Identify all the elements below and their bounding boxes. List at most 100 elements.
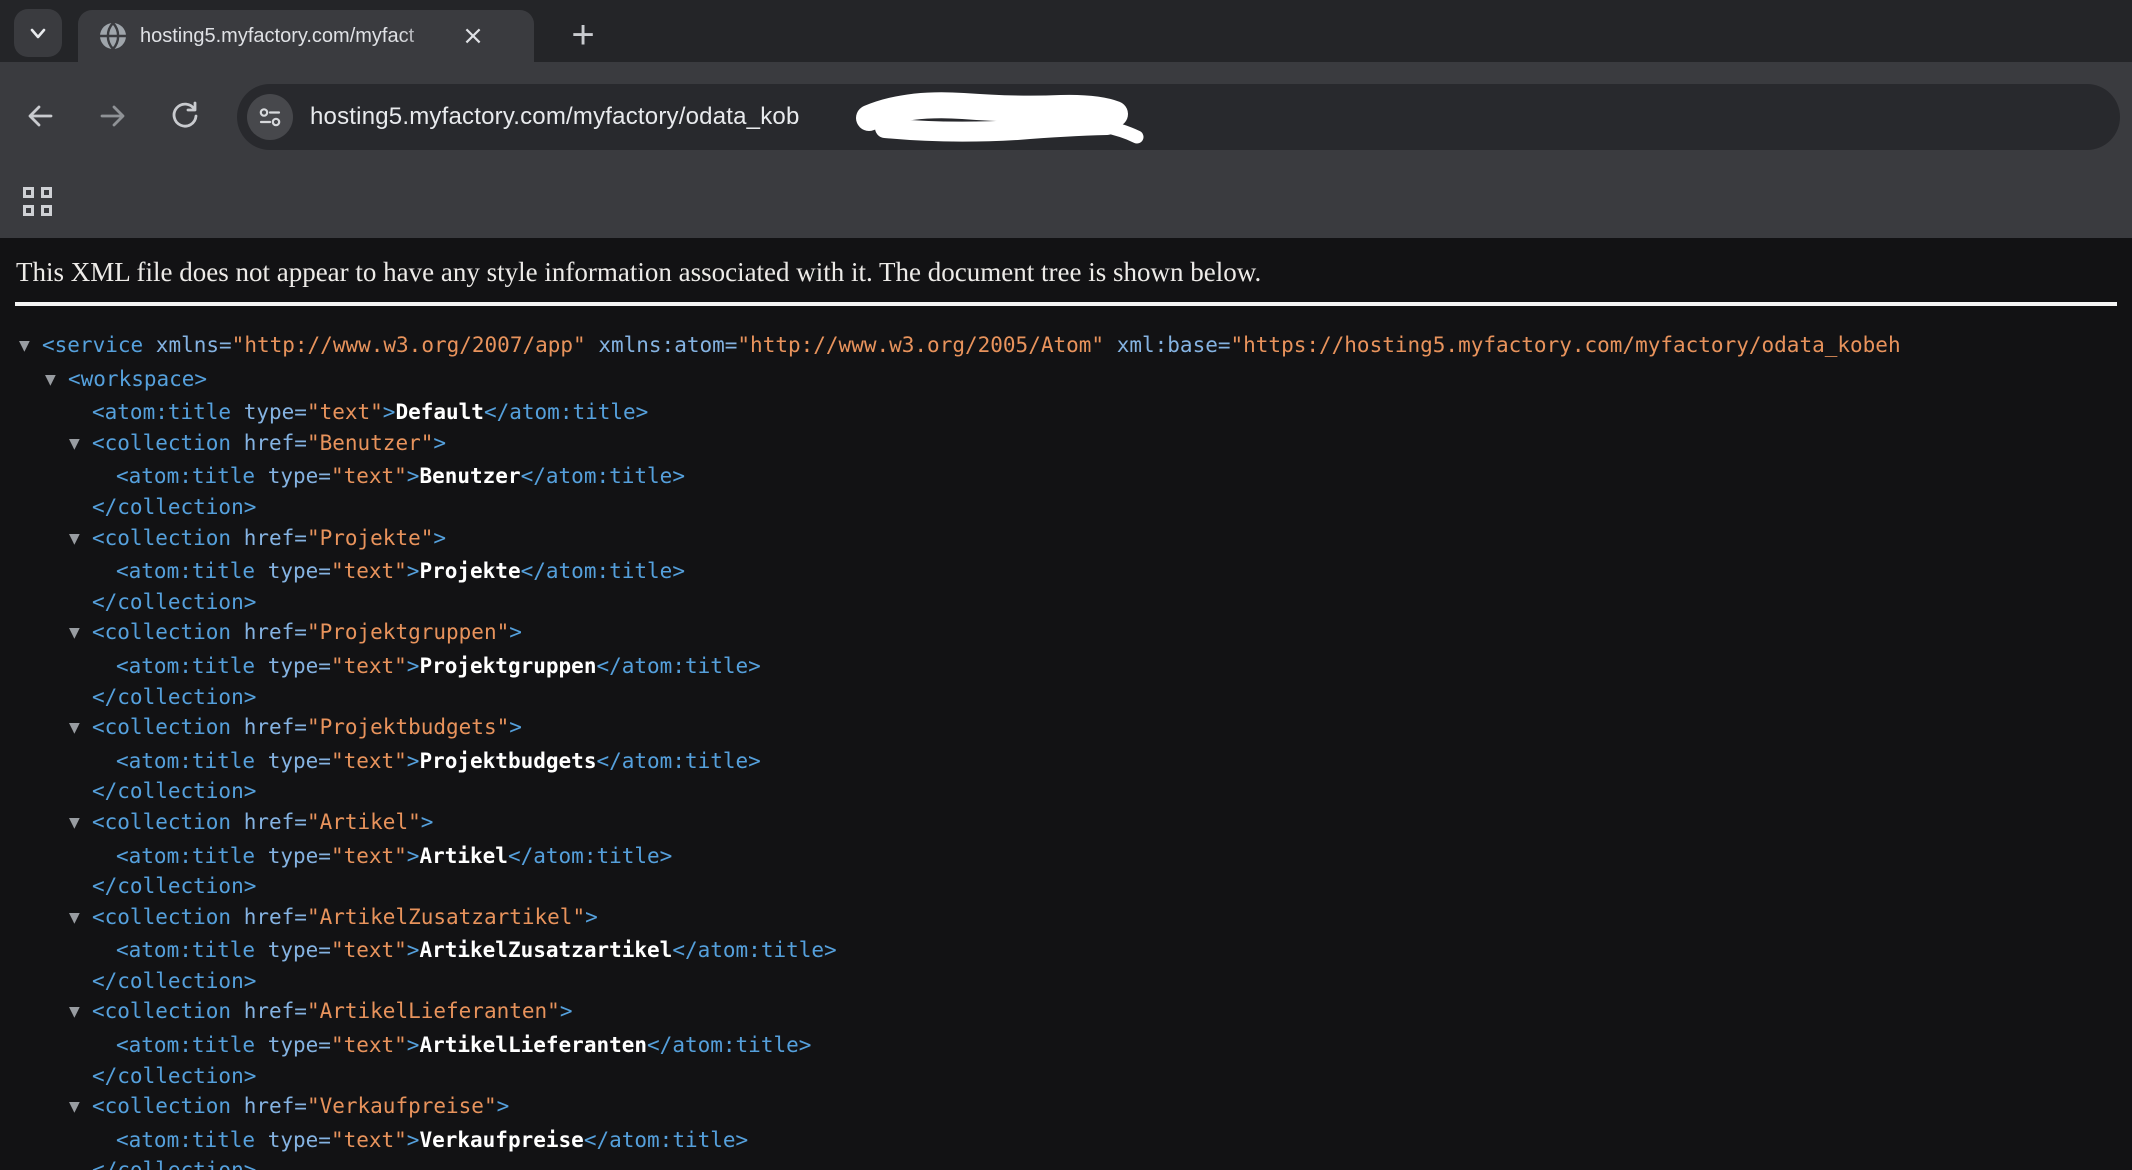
xml-line: <atom:title type="text">Projektgruppen</…	[0, 651, 2132, 682]
xml-token-tag: <atom:title	[116, 749, 255, 773]
close-tab-icon[interactable]: ×	[456, 19, 490, 53]
xml-token-tag: <collection	[92, 715, 231, 739]
xml-token-text: Verkaufpreise	[419, 1128, 583, 1152]
xml-token-tag: <atom:title	[116, 464, 255, 488]
xml-line: ▼<collection href="Projektgruppen">	[0, 617, 2132, 651]
xml-line: ▼<workspace>	[0, 364, 2132, 398]
collapse-toggle-icon[interactable]: ▼	[69, 618, 92, 649]
tune-icon	[256, 103, 284, 131]
xml-token-tag: </collection>	[92, 969, 256, 993]
xml-token-tag: </collection>	[92, 1158, 256, 1170]
xml-token-tag: >	[585, 905, 598, 929]
xml-line: ▼<service xmlns="http://www.w3.org/2007/…	[0, 330, 2132, 364]
xml-token-attr: href=	[231, 810, 307, 834]
xml-token-text: Projektbudgets	[419, 749, 596, 773]
xml-token-text: ArtikelZusatzartikel	[419, 938, 672, 962]
xml-token-tag: >	[407, 938, 420, 962]
xml-token-tag: >	[560, 999, 573, 1023]
xml-token-val: "text"	[331, 464, 407, 488]
xml-token-attr: href=	[231, 431, 307, 455]
xml-token-attr: type=	[255, 1128, 331, 1152]
collapse-toggle-icon[interactable]: ▼	[69, 429, 92, 460]
xml-token-attr: xmlns=	[143, 333, 232, 357]
xml-token-tag: >	[407, 1128, 420, 1152]
xml-line: <atom:title type="text">ArtikelLieferant…	[0, 1030, 2132, 1061]
xml-line: ▼<collection href="ArtikelLieferanten">	[0, 996, 2132, 1030]
xml-token-val: "http://www.w3.org/2005/Atom"	[737, 333, 1104, 357]
xml-line: </collection>	[0, 682, 2132, 713]
xml-token-val: "http://www.w3.org/2007/app"	[232, 333, 586, 357]
xml-token-attr: type=	[255, 844, 331, 868]
tab-search-button[interactable]	[14, 9, 62, 57]
xml-token-tag: <collection	[92, 431, 231, 455]
xml-token-attr: xml:base=	[1104, 333, 1230, 357]
xml-token-text: Default	[395, 400, 484, 424]
xml-line: </collection>	[0, 776, 2132, 807]
xml-token-tag: <collection	[92, 620, 231, 644]
xml-style-notice: This XML file does not appear to have an…	[16, 254, 2116, 290]
xml-token-attr: type=	[255, 559, 331, 583]
xml-line: ▼<collection href="Verkaufpreise">	[0, 1091, 2132, 1125]
collapse-toggle-icon[interactable]: ▼	[69, 1092, 92, 1123]
xml-token-attr: href=	[231, 999, 307, 1023]
xml-token-attr: type=	[255, 749, 331, 773]
new-tab-button[interactable]: +	[556, 8, 610, 62]
xml-token-attr: type=	[231, 400, 307, 424]
xml-token-tag: </collection>	[92, 590, 256, 614]
collapse-toggle-icon[interactable]: ▼	[69, 713, 92, 744]
xml-token-tag: >	[433, 526, 446, 550]
apps-grid-icon[interactable]	[23, 187, 53, 217]
xml-token-tag: <workspace>	[68, 367, 207, 391]
forward-button[interactable]	[96, 99, 130, 133]
xml-token-val: "text"	[331, 559, 407, 583]
xml-line: ▼<collection href="Benutzer">	[0, 428, 2132, 462]
xml-token-attr: href=	[231, 620, 307, 644]
back-arrow-icon	[23, 99, 57, 133]
address-bar[interactable]: hosting5.myfactory.com/myfactory/odata_k…	[237, 84, 2120, 150]
xml-token-text: Artikel	[419, 844, 508, 868]
reload-button[interactable]	[168, 99, 202, 133]
xml-token-attr: type=	[255, 464, 331, 488]
xml-token-tag: <collection	[92, 999, 231, 1023]
xml-token-tag: >	[407, 844, 420, 868]
xml-token-val: "Benutzer"	[307, 431, 433, 455]
collapse-toggle-icon[interactable]: ▼	[45, 365, 68, 396]
xml-token-tag: </atom:title>	[672, 938, 836, 962]
xml-token-val: "ArtikelZusatzartikel"	[307, 905, 585, 929]
browser-tab[interactable]: hosting5.myfactory.com/myfact ×	[78, 10, 534, 62]
xml-token-tag: <atom:title	[116, 1033, 255, 1057]
xml-token-tag: <atom:title	[116, 654, 255, 678]
xml-token-tag: >	[497, 1094, 510, 1118]
xml-token-tag: </atom:title>	[596, 749, 760, 773]
collapse-toggle-icon[interactable]: ▼	[69, 808, 92, 839]
url-text: hosting5.myfactory.com/myfactory/odata_k…	[310, 103, 800, 131]
xml-token-tag: </atom:title>	[508, 844, 672, 868]
collapse-toggle-icon[interactable]: ▼	[69, 524, 92, 555]
xml-token-tag: >	[407, 559, 420, 583]
xml-token-val: "text"	[307, 400, 383, 424]
xml-token-attr: href=	[231, 905, 307, 929]
collapse-toggle-icon[interactable]: ▼	[69, 997, 92, 1028]
xml-token-tag: <atom:title	[116, 559, 255, 583]
xml-token-tag: >	[433, 431, 446, 455]
xml-token-tag: <collection	[92, 526, 231, 550]
xml-line: </collection>	[0, 587, 2132, 618]
back-button[interactable]	[23, 99, 57, 133]
xml-token-tag: </atom:title>	[521, 559, 685, 583]
collapse-toggle-icon[interactable]: ▼	[19, 331, 42, 362]
xml-token-val: "text"	[331, 1033, 407, 1057]
xml-token-tag: </atom:title>	[484, 400, 648, 424]
xml-token-text: Benutzer	[419, 464, 520, 488]
xml-line: <atom:title type="text">Projekte</atom:t…	[0, 556, 2132, 587]
xml-token-tag: <collection	[92, 1094, 231, 1118]
xml-line: </collection>	[0, 1061, 2132, 1092]
collapse-toggle-icon[interactable]: ▼	[69, 903, 92, 934]
xml-token-tag: </collection>	[92, 874, 256, 898]
site-settings-button[interactable]	[247, 94, 293, 140]
xml-token-tag: <atom:title	[116, 1128, 255, 1152]
xml-token-tag: <atom:title	[116, 938, 255, 962]
tab-title: hosting5.myfactory.com/myfact	[140, 25, 456, 48]
xml-token-tag: >	[407, 1033, 420, 1057]
xml-token-tag: </collection>	[92, 1064, 256, 1088]
xml-token-tag: >	[421, 810, 434, 834]
